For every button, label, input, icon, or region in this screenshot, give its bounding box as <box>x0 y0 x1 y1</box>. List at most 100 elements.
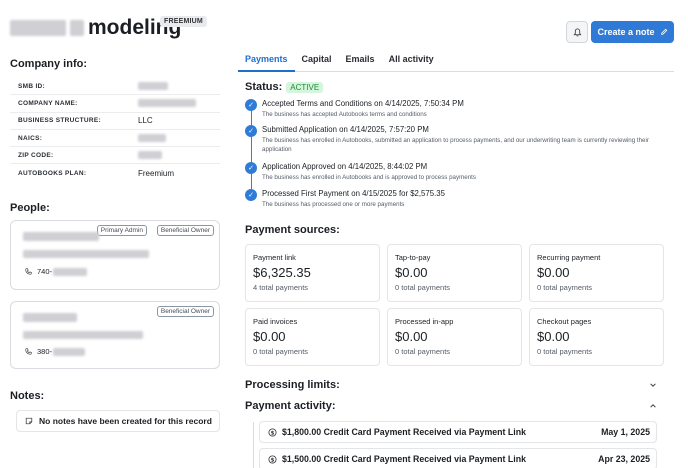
tile-amount: $0.00 <box>395 329 428 344</box>
info-key: ZIP CODE: <box>18 151 54 159</box>
redacted-phone <box>53 267 88 276</box>
notes-empty-state: No notes have been created for this reco… <box>16 410 220 432</box>
create-note-button[interactable]: Create a note <box>591 21 674 43</box>
info-row-autobooks-plan: AUTOBOOKS PLAN: Freemium <box>10 164 220 181</box>
tile-label: Checkout pages <box>537 317 592 326</box>
info-key: SMB ID: <box>18 82 46 90</box>
tile-label: Processed in-app <box>395 317 454 326</box>
page-title: modeling <box>10 16 181 40</box>
source-tile-recurring-payment: Recurring payment $0.00 0 total payments <box>529 244 664 302</box>
chevron-down-icon <box>650 383 656 387</box>
people-heading: People: <box>10 202 50 214</box>
info-row-naics: NAICS: <box>10 130 220 148</box>
check-circle-icon: ✓ <box>245 162 257 174</box>
company-info-table: SMB ID: COMPANY NAME: BUSINESS STRUCTURE… <box>10 78 220 182</box>
processing-limits-heading: Processing limits: <box>245 379 340 391</box>
check-circle-icon: ✓ <box>245 189 257 201</box>
info-key: BUSINESS STRUCTURE: <box>18 117 101 125</box>
plan-badge: FREEMIUM <box>160 16 207 27</box>
redacted-value <box>138 99 196 108</box>
timeline-connector <box>251 105 252 201</box>
notes-empty-text: No notes have been created for this reco… <box>39 416 212 426</box>
status-label: Status: <box>245 81 283 93</box>
role-badge: Beneficial Owner <box>156 306 214 317</box>
redacted-person-email <box>23 331 143 339</box>
tab-all-activity[interactable]: All activity <box>382 52 441 72</box>
redacted-value <box>138 134 166 143</box>
activity-date: May 1, 2025 <box>601 427 650 437</box>
tab-emails[interactable]: Emails <box>339 52 382 72</box>
processing-limits-toggle[interactable]: Processing limits: <box>245 379 657 391</box>
activity-connector <box>253 422 254 468</box>
timeline-title: Accepted Terms and Conditions on 4/14/20… <box>262 99 464 108</box>
phone-prefix: 380- <box>37 347 53 356</box>
dollar-circle-icon: $ <box>268 427 277 437</box>
timeline-description: The business has enrolled in Autobooks, … <box>262 137 649 153</box>
tab-payments[interactable]: Payments <box>238 52 295 72</box>
info-key: NAICS: <box>18 134 43 142</box>
info-key: COMPANY NAME: <box>18 99 78 107</box>
redacted-value <box>138 151 162 160</box>
tile-amount: $0.00 <box>253 329 286 344</box>
activity-item[interactable]: $ $1,800.00 Credit Card Payment Received… <box>259 421 657 443</box>
phone-icon <box>25 348 32 355</box>
info-key: AUTOBOOKS PLAN: <box>18 169 87 177</box>
timeline-title: Application Approved on 4/14/2025, 8:44:… <box>262 162 428 171</box>
chevron-up-icon <box>650 404 656 408</box>
redacted-phone <box>53 347 86 356</box>
company-info-heading: Company info: <box>10 58 87 70</box>
check-circle-icon: ✓ <box>245 99 257 111</box>
source-tile-checkout-pages: Checkout pages $0.00 0 total payments <box>529 308 664 366</box>
redacted-person-name <box>23 232 99 241</box>
payment-activity-toggle[interactable]: Payment activity: <box>245 400 657 412</box>
tile-label: Payment link <box>253 253 296 262</box>
person-card[interactable]: Primary Admin Beneficial Owner 740- <box>10 220 220 290</box>
redacted-person-name <box>23 313 77 322</box>
tile-amount: $0.00 <box>537 265 570 280</box>
person-card[interactable]: Beneficial Owner 380- <box>10 301 220 369</box>
tile-count: 0 total payments <box>253 347 309 356</box>
tab-bar: Payments Capital Emails All activity <box>238 52 674 72</box>
activity-item[interactable]: $ $1,500.00 Credit Card Payment Received… <box>259 448 657 468</box>
notifications-button[interactable] <box>566 21 588 43</box>
timeline-description: The business has enrolled in Autobooks a… <box>262 174 476 181</box>
source-tile-processed-in-app: Processed in-app $0.00 0 total payments <box>387 308 522 366</box>
phone-row: 740- <box>25 267 88 276</box>
redacted-value <box>138 82 168 91</box>
activity-date: Apr 23, 2025 <box>598 454 650 464</box>
redacted-person-email <box>23 250 149 258</box>
tile-count: 0 total payments <box>395 347 451 356</box>
tab-capital[interactable]: Capital <box>295 52 339 72</box>
check-circle-icon: ✓ <box>245 125 257 137</box>
role-badge: Beneficial Owner <box>156 225 214 236</box>
info-row-business-structure: BUSINESS STRUCTURE: LLC <box>10 113 220 130</box>
tile-amount: $6,325.35 <box>253 265 311 280</box>
role-badge: Primary Admin <box>96 225 147 236</box>
redacted-business-name <box>10 20 66 36</box>
tile-label: Paid invoices <box>253 317 298 326</box>
timeline-description: The business has accepted Autobooks term… <box>262 111 427 118</box>
info-row-smb-id: SMB ID: <box>10 78 220 96</box>
tile-count: 0 total payments <box>537 283 593 292</box>
info-row-company-name: COMPANY NAME: <box>10 95 220 113</box>
status-badge: ACTIVE <box>286 81 324 93</box>
timeline-description: The business has processed one or more p… <box>262 201 405 208</box>
phone-prefix: 740- <box>37 267 53 276</box>
tile-amount: $0.00 <box>395 265 428 280</box>
source-tile-payment-link: Payment link $6,325.35 4 total payments <box>245 244 380 302</box>
tile-count: 4 total payments <box>253 283 309 292</box>
status-line: Status: ACTIVE <box>245 81 324 93</box>
tile-amount: $0.00 <box>537 329 570 344</box>
info-row-zip-code: ZIP CODE: <box>10 147 220 165</box>
activity-text: $1,800.00 Credit Card Payment Received v… <box>282 427 526 437</box>
info-value: LLC <box>138 116 153 126</box>
source-tile-tap-to-pay: Tap-to-pay $0.00 0 total payments <box>387 244 522 302</box>
bell-icon <box>572 27 582 36</box>
pencil-icon <box>660 28 667 35</box>
svg-text:$: $ <box>271 430 275 436</box>
create-note-label: Create a note <box>597 27 655 37</box>
tile-count: 0 total payments <box>537 347 593 356</box>
note-icon <box>25 417 33 425</box>
left-column: Company info: SMB ID: COMPANY NAME: BUSI… <box>10 58 220 432</box>
tile-count: 0 total payments <box>395 283 451 292</box>
